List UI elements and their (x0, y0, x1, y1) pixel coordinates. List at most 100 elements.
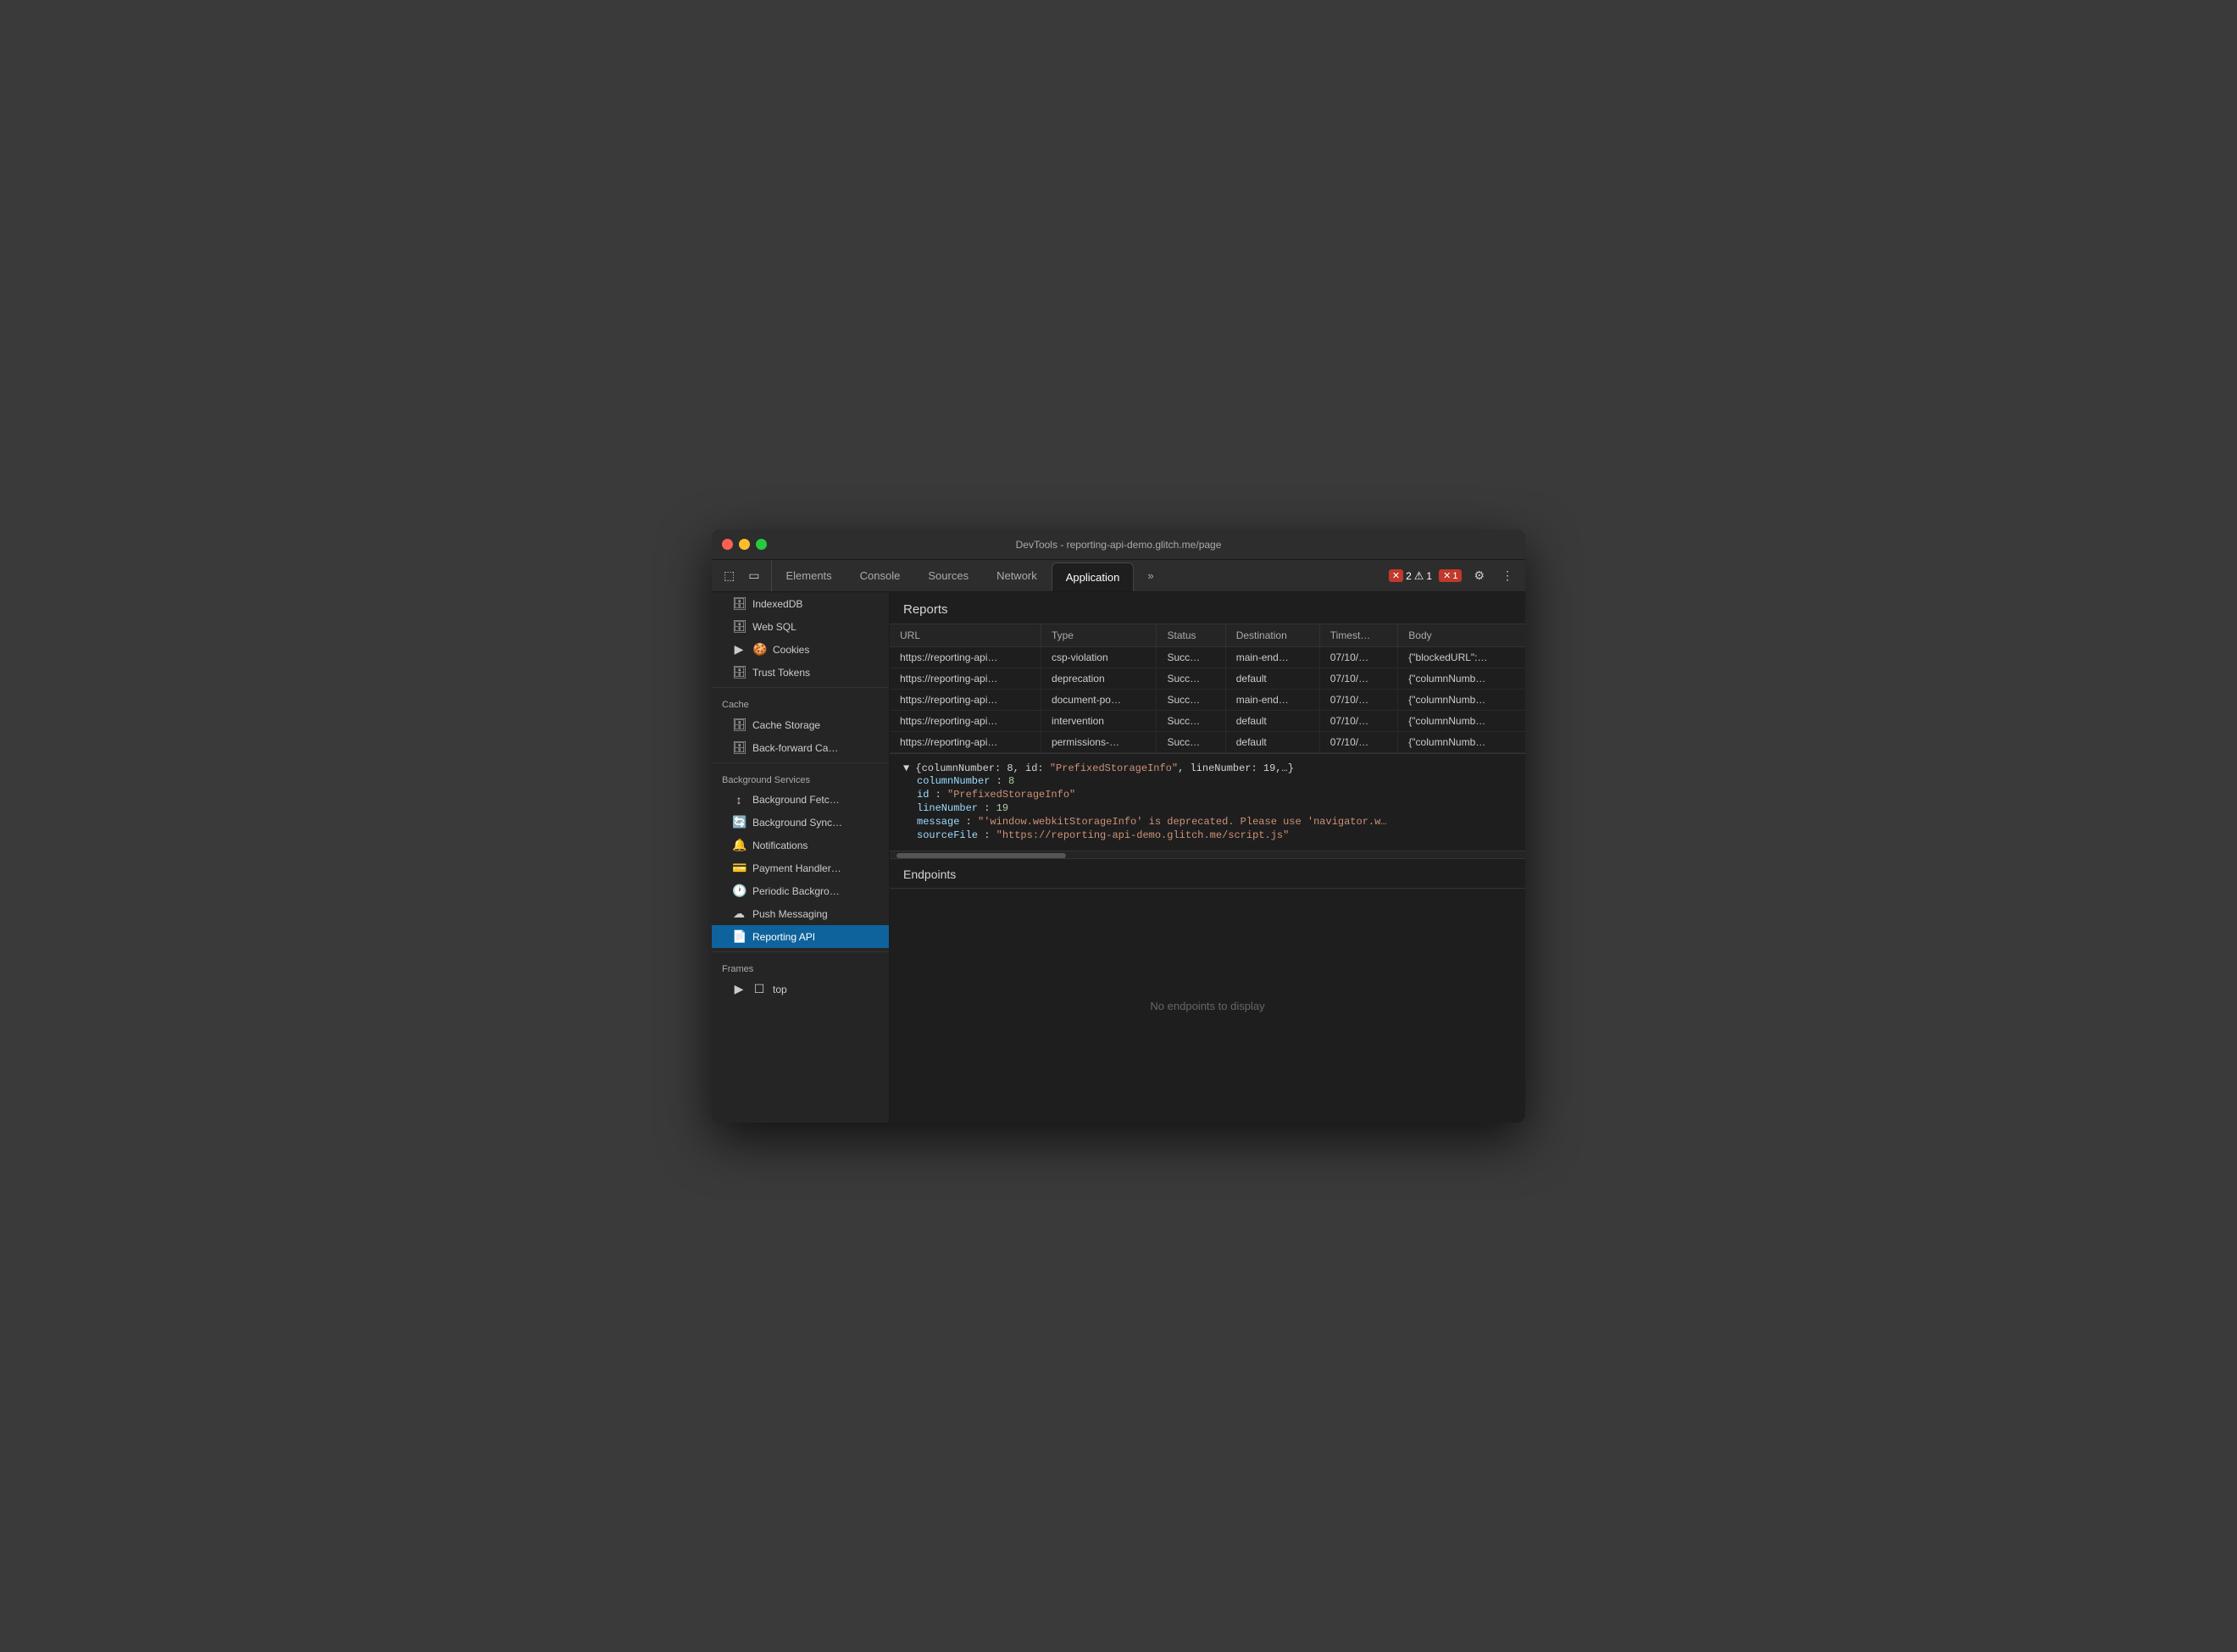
cache-back-icon: 🗄 (732, 740, 746, 755)
warning-icon: ⚠ (1414, 569, 1424, 583)
reports-title: Reports (890, 592, 1525, 624)
device-icon[interactable]: ▭ (743, 565, 764, 586)
tab-elements[interactable]: Elements (772, 560, 846, 591)
cell-timestamp: 07/10/… (1319, 711, 1398, 732)
cell-url: https://reporting-api… (890, 690, 1041, 711)
expand-icon: ▶ (732, 982, 746, 996)
sidebar-item-indexed-db[interactable]: 🗄 IndexedDB (712, 592, 889, 615)
tabs: Elements Console Sources Network Applica… (772, 560, 1381, 591)
sidebar-item-cache-storage[interactable]: 🗄 Cache Storage (712, 713, 889, 736)
cell-body: {"columnNumb… (1398, 732, 1525, 753)
sidebar-item-web-sql[interactable]: 🗄 Web SQL (712, 615, 889, 638)
cell-timestamp: 07/10/… (1319, 647, 1398, 668)
sidebar-item-background-sync[interactable]: 🔄 Background Sync… (712, 811, 889, 834)
cell-url: https://reporting-api… (890, 732, 1041, 753)
sidebar-item-back-forward-cache[interactable]: 🗄 Back-forward Ca… (712, 736, 889, 759)
table-row[interactable]: https://reporting-api… intervention Succ… (890, 711, 1525, 732)
error-count: 2 (1406, 570, 1412, 582)
sidebar-item-reporting-api[interactable]: 📄 Reporting API (712, 925, 889, 948)
reports-table: URL Type Status Destination Timest… Body… (890, 624, 1525, 753)
cell-type: intervention (1041, 711, 1157, 732)
cookie-icon: 🍪 (752, 642, 766, 657)
sidebar-item-push-messaging[interactable]: ☁ Push Messaging (712, 902, 889, 925)
col-type: Type (1041, 624, 1157, 647)
sidebar-item-periodic-background[interactable]: 🕐 Periodic Backgro… (712, 879, 889, 902)
error-icon: ✕ (1389, 569, 1403, 582)
json-field-message: message : "'window.webkitStorageInfo' is… (903, 815, 1512, 829)
cell-url: https://reporting-api… (890, 647, 1041, 668)
table-row[interactable]: https://reporting-api… document-po… Succ… (890, 690, 1525, 711)
report-icon: 📄 (732, 929, 746, 944)
cell-type: document-po… (1041, 690, 1157, 711)
tab-more[interactable]: » (1134, 560, 1168, 591)
col-url: URL (890, 624, 1041, 647)
cell-body: {"columnNumb… (1398, 668, 1525, 690)
maximize-button[interactable] (756, 539, 767, 550)
tab-sources[interactable]: Sources (914, 560, 983, 591)
col-status: Status (1157, 624, 1225, 647)
box-count: 1 (1452, 571, 1457, 581)
cell-status: Succ… (1157, 668, 1225, 690)
scrollbar-thumb[interactable] (896, 853, 1066, 858)
tab-application[interactable]: Application (1052, 563, 1135, 591)
table-row[interactable]: https://reporting-api… csp-violation Suc… (890, 647, 1525, 668)
endpoints-section: Endpoints No endpoints to display (890, 859, 1525, 1123)
content-area: Reports URL Type Status Destination Time… (890, 592, 1525, 1123)
window-title: DevTools - reporting-api-demo.glitch.me/… (1016, 539, 1222, 551)
box-error-badge: ✕ 1 (1439, 569, 1462, 582)
cell-status: Succ… (1157, 647, 1225, 668)
tabbar: ⬚ ▭ Elements Console Sources Network App… (712, 560, 1525, 592)
tab-console[interactable]: Console (847, 560, 915, 591)
cell-type: deprecation (1041, 668, 1157, 690)
sidebar-item-cookies[interactable]: ▶ 🍪 Cookies (712, 638, 889, 661)
database-icon: 🗄 (732, 619, 746, 634)
sync-icon: 🔄 (732, 815, 746, 829)
json-root-line[interactable]: ▼ ▼ {columnNumber: 8, id: "PrefixedStora… (903, 762, 1512, 774)
periodic-icon: 🕐 (732, 884, 746, 898)
sidebar-item-payment-handler[interactable]: 💳 Payment Handler… (712, 856, 889, 879)
frame-icon: ☐ (752, 982, 766, 996)
table-row[interactable]: https://reporting-api… deprecation Succ…… (890, 668, 1525, 690)
close-button[interactable] (722, 539, 733, 550)
inspect-icon[interactable]: ⬚ (719, 565, 740, 586)
cell-destination: main-end… (1225, 690, 1319, 711)
sidebar-item-background-fetch[interactable]: ↕ Background Fetc… (712, 789, 889, 811)
devtools-window: DevTools - reporting-api-demo.glitch.me/… (712, 529, 1525, 1123)
more-icon[interactable]: ⋮ (1496, 565, 1518, 586)
endpoints-title: Endpoints (890, 859, 1525, 889)
sidebar: 🗄 IndexedDB 🗄 Web SQL ▶ 🍪 Cookies 🗄 Trus… (712, 592, 890, 1123)
table-row[interactable]: https://reporting-api… permissions-… Suc… (890, 732, 1525, 753)
minimize-button[interactable] (739, 539, 750, 550)
json-field-line-number: lineNumber : 19 (903, 801, 1512, 815)
json-panel: ▼ ▼ {columnNumber: 8, id: "PrefixedStora… (890, 753, 1525, 851)
cell-status: Succ… (1157, 732, 1225, 753)
cell-timestamp: 07/10/… (1319, 732, 1398, 753)
sidebar-item-frames-top[interactable]: ▶ ☐ top (712, 978, 889, 1001)
settings-icon[interactable]: ⚙ (1468, 565, 1490, 586)
cell-destination: default (1225, 732, 1319, 753)
bg-section-label: Background Services (712, 767, 889, 789)
cell-type: permissions-… (1041, 732, 1157, 753)
database-icon: 🗄 (732, 596, 746, 611)
json-field-id: id : "PrefixedStorageInfo" (903, 788, 1512, 801)
payment-icon: 💳 (732, 861, 746, 875)
tab-network[interactable]: Network (983, 560, 1052, 591)
cache-section-label: Cache (712, 691, 889, 713)
cell-body: {"blockedURL":… (1398, 647, 1525, 668)
cell-destination: default (1225, 668, 1319, 690)
sidebar-item-trust-tokens[interactable]: 🗄 Trust Tokens (712, 661, 889, 684)
cache-icon: 🗄 (732, 718, 746, 732)
col-destination: Destination (1225, 624, 1319, 647)
sidebar-item-notifications[interactable]: 🔔 Notifications (712, 834, 889, 856)
fetch-icon: ↕ (732, 793, 746, 807)
horizontal-scrollbar[interactable] (890, 851, 1525, 859)
cell-status: Succ… (1157, 690, 1225, 711)
notification-icon: 🔔 (732, 838, 746, 852)
cell-timestamp: 07/10/… (1319, 668, 1398, 690)
json-field-column-number: columnNumber : 8 (903, 774, 1512, 788)
cell-type: csp-violation (1041, 647, 1157, 668)
titlebar: DevTools - reporting-api-demo.glitch.me/… (712, 529, 1525, 560)
endpoints-empty-message: No endpoints to display (890, 889, 1525, 1123)
traffic-lights (722, 539, 767, 550)
data-table: URL Type Status Destination Timest… Body… (890, 624, 1525, 753)
